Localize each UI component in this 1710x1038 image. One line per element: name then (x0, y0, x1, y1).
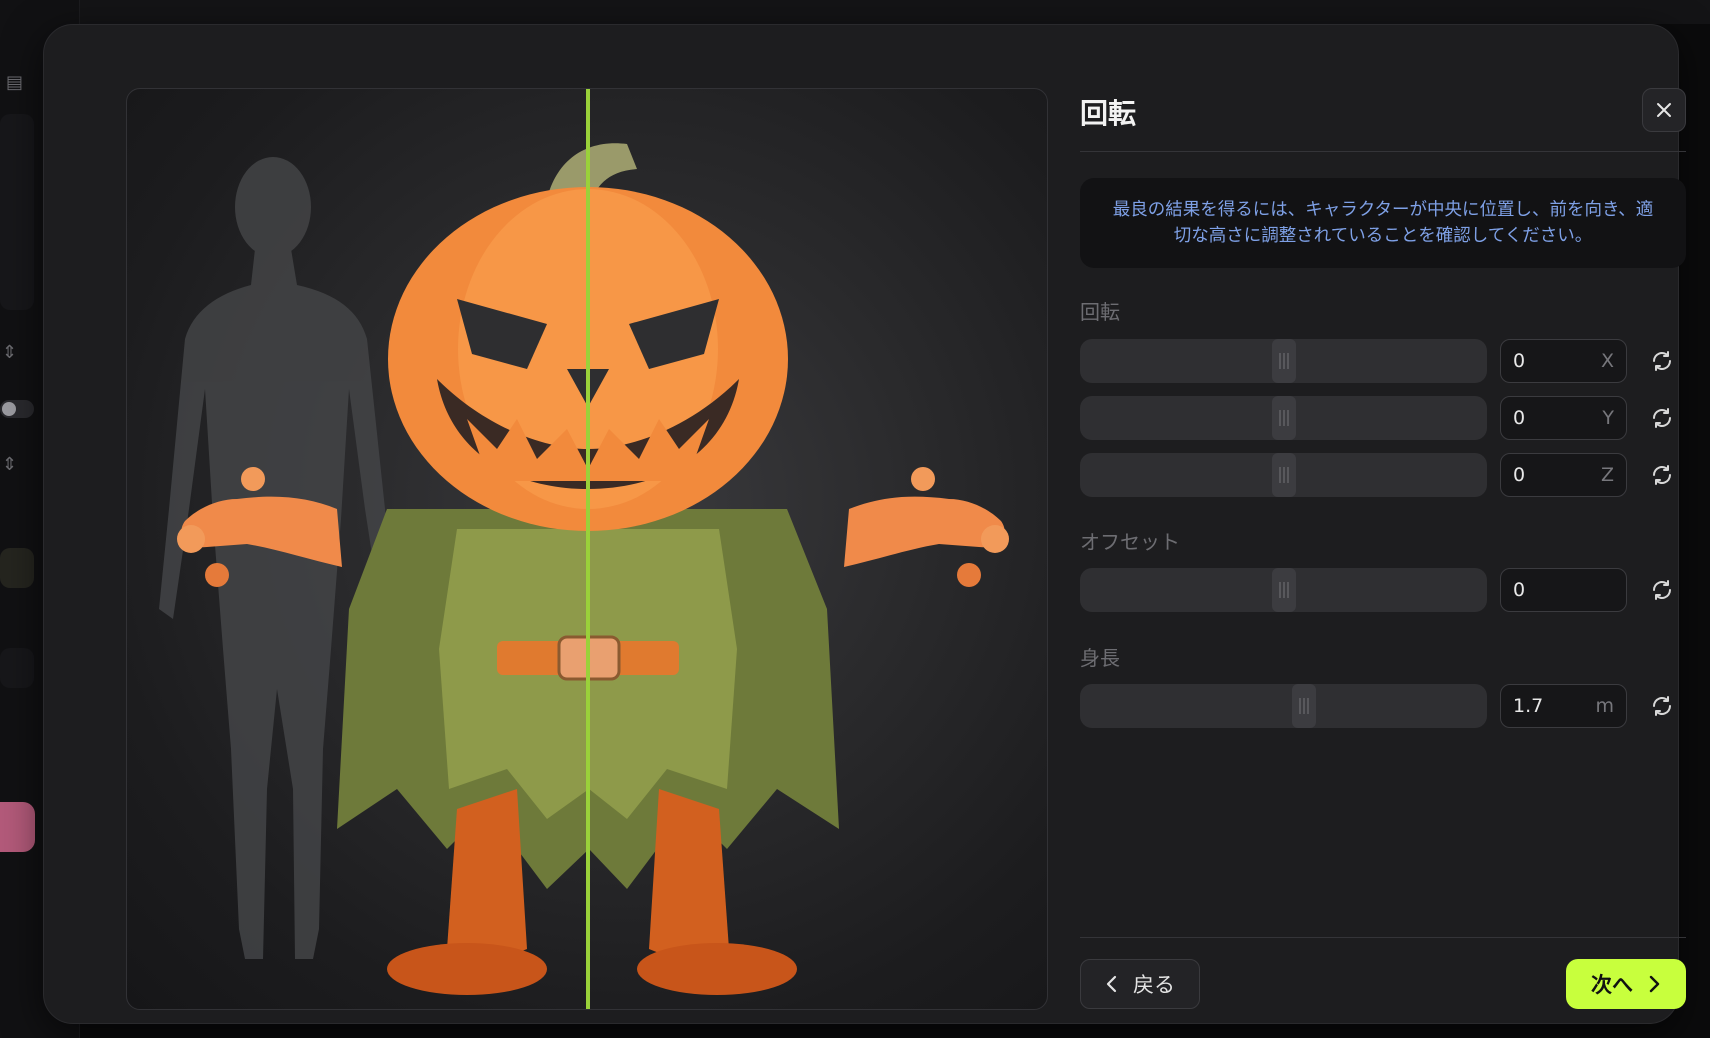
height-value[interactable] (1513, 695, 1593, 717)
rotation-z-value[interactable] (1513, 464, 1593, 486)
close-icon (1657, 103, 1671, 117)
rotation-x-unit: X (1600, 350, 1614, 372)
rotation-z-unit: Z (1600, 464, 1614, 486)
rotation-x-slider-thumb[interactable] (1271, 339, 1296, 383)
background-topbar (80, 0, 1710, 24)
offset-slider[interactable] (1080, 568, 1487, 612)
offset-section-label: オフセット (1080, 530, 1180, 554)
reset-icon (1653, 696, 1671, 716)
rotation-y-unit: Y (1602, 407, 1614, 429)
chevron-updown-icon: ⇕ (2, 454, 18, 475)
background-field (0, 548, 34, 588)
offset-slider-thumb[interactable] (1271, 568, 1296, 612)
rotation-y-slider[interactable] (1080, 396, 1487, 440)
rotation-z-reset-button[interactable] (1647, 460, 1677, 490)
rotation-y-slider-thumb[interactable] (1271, 396, 1296, 440)
offset-value[interactable] (1513, 579, 1593, 601)
offset-input[interactable] (1500, 568, 1627, 612)
offset-reset-button[interactable] (1647, 575, 1677, 605)
chevron-right-icon (1649, 975, 1660, 993)
rotation-x-reset-button[interactable] (1647, 346, 1677, 376)
next-button[interactable]: 次へ (1566, 959, 1686, 1009)
height-slider[interactable] (1080, 684, 1487, 728)
reset-icon (1653, 408, 1671, 428)
info-notice: 最良の結果を得るには、キャラクターが中央に位置し、前を向き、適切な高さに調整され… (1080, 178, 1686, 268)
background-panel (0, 114, 34, 310)
height-reset-button[interactable] (1647, 691, 1677, 721)
rotation-z-input[interactable]: Z (1500, 453, 1627, 497)
center-guide-line (586, 89, 590, 1009)
rotation-z-slider-thumb[interactable] (1271, 453, 1296, 497)
back-button-label: 戻る (1133, 973, 1175, 997)
model-viewport[interactable] (126, 88, 1048, 1010)
rotation-dialog: 回転 最良の結果を得るには、キャラクターが中央に位置し、前を向き、適切な高さに調… (43, 24, 1686, 1024)
rotation-y-input[interactable]: Y (1500, 396, 1627, 440)
info-notice-text: 最良の結果を得るには、キャラクターが中央に位置し、前を向き、適切な高さに調整され… (1112, 200, 1654, 246)
settings-panel: 回転 最良の結果を得るには、キャラクターが中央に位置し、前を向き、適切な高さに調… (1080, 88, 1686, 1010)
human-silhouette (159, 157, 395, 959)
rotation-section-label: 回転 (1080, 300, 1120, 324)
reset-icon (1653, 465, 1671, 485)
dialog-title: 回転 (1080, 97, 1137, 130)
rotation-y-reset-button[interactable] (1647, 403, 1677, 433)
book-icon: ▤ (6, 72, 24, 93)
height-input[interactable]: m (1500, 684, 1627, 728)
reset-icon (1653, 580, 1671, 600)
rotation-x-input[interactable]: X (1500, 339, 1627, 383)
chevron-left-icon (1106, 975, 1117, 993)
back-button[interactable]: 戻る (1080, 959, 1200, 1009)
close-button[interactable] (1642, 88, 1686, 132)
footer-divider (1080, 937, 1686, 938)
rotation-x-slider[interactable] (1080, 339, 1487, 383)
chevron-updown-icon: ⇕ (2, 342, 18, 363)
rotation-y-value[interactable] (1513, 407, 1593, 429)
height-unit: m (1595, 695, 1614, 717)
background-field (0, 648, 34, 688)
background-toggle (0, 400, 34, 418)
next-button-label: 次へ (1591, 973, 1633, 997)
header-divider (1080, 151, 1686, 152)
rotation-z-slider[interactable] (1080, 453, 1487, 497)
height-section-label: 身長 (1080, 646, 1120, 670)
reset-icon (1653, 351, 1671, 371)
background-pink-button (0, 802, 35, 852)
rotation-x-value[interactable] (1513, 350, 1593, 372)
height-slider-thumb[interactable] (1291, 684, 1316, 728)
